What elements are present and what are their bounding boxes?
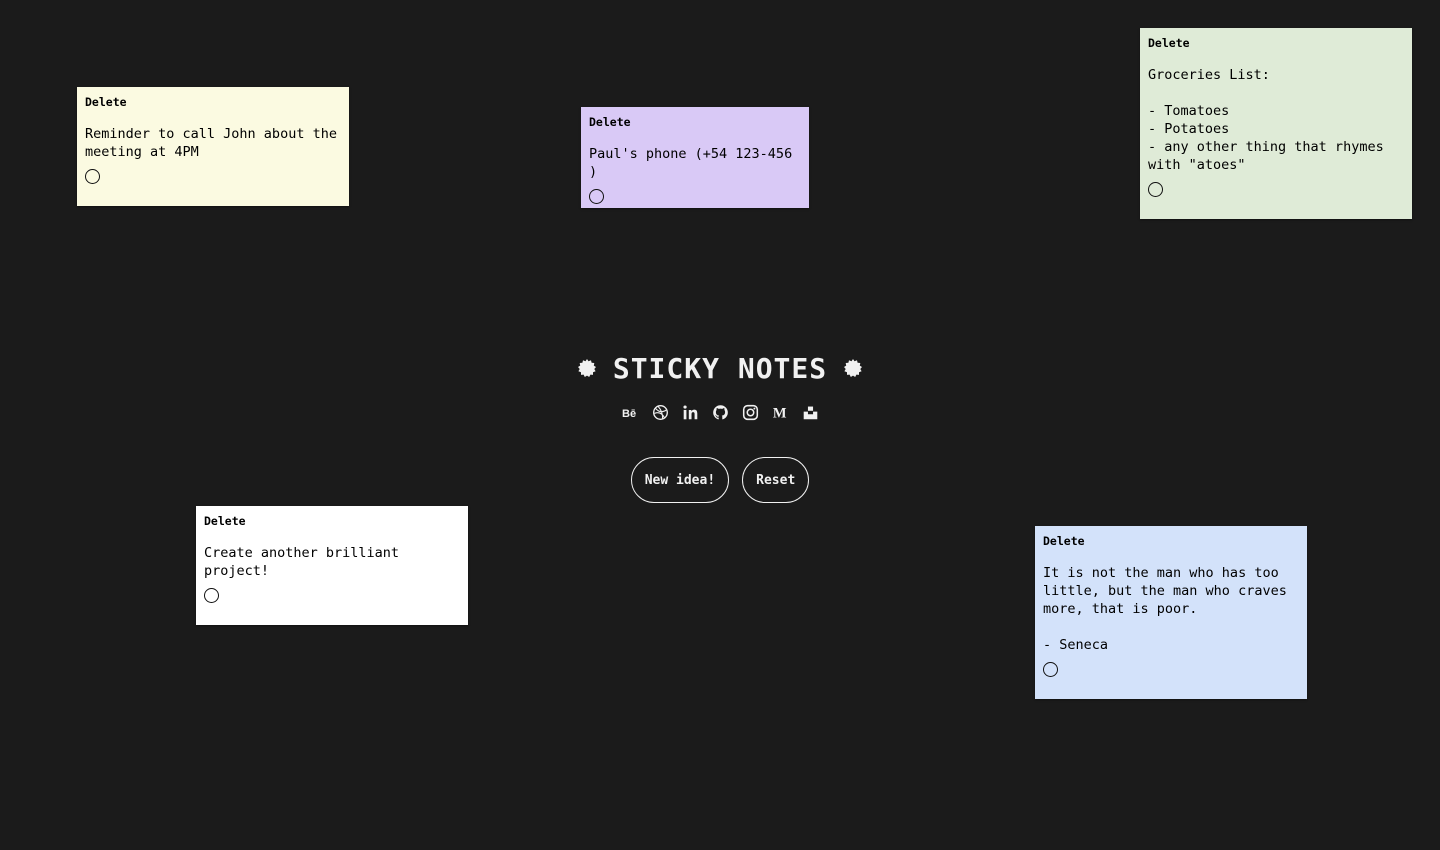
note-text[interactable]: Groceries List: - Tomatoes - Potatoes - …: [1148, 66, 1404, 174]
dribbble-icon[interactable]: [652, 404, 669, 421]
sticky-note[interactable]: Delete Paul's phone (+54 123-456 ): [581, 107, 809, 208]
svg-text:Bē: Bē: [622, 407, 636, 419]
note-color-toggle[interactable]: [1043, 662, 1058, 677]
note-color-toggle[interactable]: [85, 169, 100, 184]
note-text[interactable]: Paul's phone (+54 123-456 ): [589, 145, 801, 181]
page-title: STICKY NOTES: [612, 351, 828, 385]
delete-note-button[interactable]: Delete: [589, 115, 801, 129]
badge-icon: [577, 359, 596, 377]
delete-note-button[interactable]: Delete: [204, 514, 460, 528]
header: STICKY NOTES Bē M New idea! Reset: [0, 348, 1440, 503]
note-text[interactable]: Create another brilliant project!: [204, 544, 460, 580]
title-row: STICKY NOTES: [0, 348, 1440, 388]
badge-icon: [844, 359, 863, 377]
sticky-note[interactable]: Delete Groceries List: - Tomatoes - Pota…: [1140, 28, 1412, 219]
delete-note-button[interactable]: Delete: [1148, 36, 1404, 50]
social-links: Bē M: [0, 402, 1440, 422]
note-color-toggle[interactable]: [204, 588, 219, 603]
reset-button[interactable]: Reset: [742, 457, 810, 503]
unsplash-icon[interactable]: [802, 404, 819, 421]
instagram-icon[interactable]: [742, 404, 759, 421]
sticky-note[interactable]: Delete Create another brilliant project!: [196, 506, 468, 625]
medium-icon[interactable]: M: [772, 404, 789, 420]
delete-note-button[interactable]: Delete: [1043, 534, 1299, 548]
behance-icon[interactable]: Bē: [622, 404, 639, 421]
linkedin-icon[interactable]: [682, 404, 699, 421]
new-idea-button[interactable]: New idea!: [630, 457, 730, 503]
github-icon[interactable]: [712, 404, 729, 421]
sticky-board: Delete Reminder to call John about the m…: [0, 0, 1440, 850]
note-text[interactable]: Reminder to call John about the meeting …: [85, 125, 341, 161]
note-color-toggle[interactable]: [1148, 182, 1163, 197]
svg-text:M: M: [772, 405, 786, 420]
sticky-note[interactable]: Delete Reminder to call John about the m…: [77, 87, 349, 206]
sticky-note[interactable]: Delete It is not the man who has too lit…: [1035, 526, 1307, 699]
note-color-toggle[interactable]: [589, 189, 604, 204]
delete-note-button[interactable]: Delete: [85, 95, 341, 109]
note-text[interactable]: It is not the man who has too little, bu…: [1043, 564, 1299, 654]
action-buttons: New idea! Reset: [0, 457, 1440, 503]
